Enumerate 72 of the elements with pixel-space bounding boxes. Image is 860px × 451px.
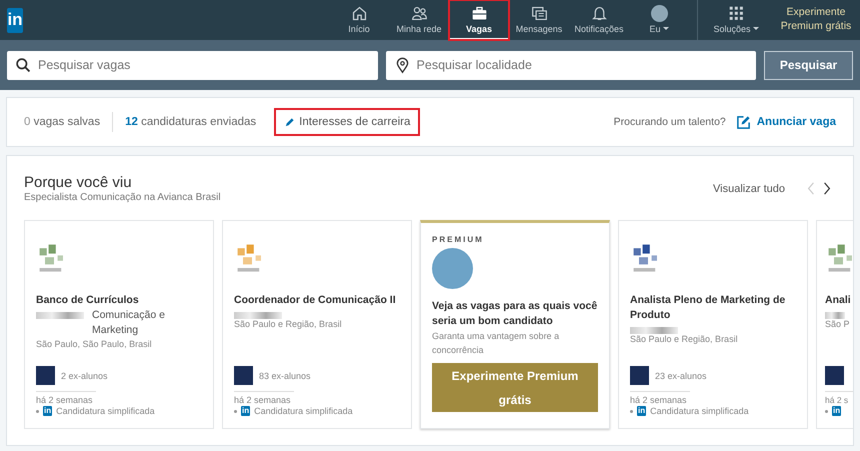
school-logo-icon xyxy=(630,366,649,385)
location-search-field[interactable]: Pesquisar localidade xyxy=(386,50,756,80)
job-location: São Paulo e Região, Brasil xyxy=(630,334,739,344)
bullet-icon xyxy=(234,410,237,412)
linkedin-badge: in xyxy=(241,406,250,416)
posted-time: há 2 semanas xyxy=(36,395,94,405)
career-interests-link[interactable]: Interesses de carreira xyxy=(274,108,420,136)
posted-time: há 2 semanas xyxy=(234,395,292,405)
talent-prompt: Procurando um talento? xyxy=(614,116,726,128)
easy-apply-label: Candidatura simplificada xyxy=(650,406,749,416)
easy-apply-label: Candidatura simplificada xyxy=(56,406,155,416)
premium-link[interactable]: Experimente Premium grátis xyxy=(772,6,860,34)
school-logo-icon xyxy=(825,366,844,385)
job-title[interactable]: Coordenador de Comunicação II xyxy=(234,293,400,308)
posted-time: há 2 semanas xyxy=(630,395,688,405)
briefcase-icon xyxy=(470,4,488,22)
job-location: São Paulo, São Paulo, Brasil xyxy=(36,338,153,349)
nav-item[interactable]: Notificações xyxy=(569,0,629,40)
nav-item[interactable]: Mensagens xyxy=(509,0,569,40)
nav-item[interactable]: Eu xyxy=(629,0,689,40)
linkedin-badge: in xyxy=(832,406,842,416)
school-logo-icon xyxy=(36,366,55,385)
linkedin-badge: in xyxy=(637,406,646,416)
home-icon xyxy=(350,4,368,22)
job-title[interactable]: Analista Pleno de Marketing de Produto xyxy=(630,293,796,324)
bullet-icon xyxy=(630,410,633,412)
job-location: São Paulo e Região, Brasil xyxy=(234,319,343,330)
job-title[interactable]: Banco de Currículos xyxy=(36,293,202,308)
section-title: Porque você viu xyxy=(24,174,133,191)
view-all-link[interactable]: Visualizar tudo xyxy=(713,182,785,194)
job-title[interactable]: Anali xyxy=(825,293,853,308)
job-card[interactable]: Analista Pleno de Marketing de Produto São Paulo e Região, Brasil 23 ex-alunos há 2 semanas in Candidatura simplificada xyxy=(618,220,808,429)
people-icon xyxy=(410,4,428,22)
avatar-icon xyxy=(650,4,668,22)
bell-icon xyxy=(590,4,608,22)
messages-icon xyxy=(530,4,548,22)
company-department: Comunicação e Marketing xyxy=(92,308,166,338)
blurred-company-name xyxy=(630,327,678,334)
linkedin-badge: in xyxy=(43,406,52,416)
job-card[interactable]: Anali São P há 2 s in xyxy=(816,220,853,429)
saved-jobs-link[interactable]: 0 vagas salvas xyxy=(24,116,100,128)
job-search-field[interactable]: Pesquisar vagas xyxy=(7,50,378,80)
alumni-count: 83 ex-alunos xyxy=(259,370,311,380)
edit-icon xyxy=(736,114,751,130)
easy-apply-label: Candidatura simplificada xyxy=(254,406,353,416)
blurred-company-name xyxy=(36,312,84,320)
premium-description: Garanta uma vantagem sobre a concorrência xyxy=(432,330,560,358)
post-job-link[interactable]: Anunciar vaga xyxy=(736,114,836,130)
school-logo-icon xyxy=(234,366,253,385)
applications-link[interactable]: 12 candidaturas enviadas xyxy=(125,116,256,128)
job-card[interactable]: Banco de Currículos Comunicação e Marketing São Paulo, São Paulo, Brasil 2 ex-alunos há 2 semanas in Candidatura simplificada xyxy=(24,220,214,429)
posted-time: há 2 s xyxy=(825,395,850,405)
job-card[interactable]: Coordenador de Comunicação II São Paulo e Região, Brasil 83 ex-alunos há 2 semanas in Candidatura simplificada xyxy=(222,220,412,429)
person-avatar-icon xyxy=(432,248,473,289)
pencil-icon xyxy=(284,116,296,128)
bullet-icon xyxy=(36,410,39,412)
nav-item[interactable]: Início xyxy=(329,0,389,40)
nav-item[interactable]: Vagas xyxy=(449,0,509,40)
blurred-company-name xyxy=(825,312,845,320)
logo[interactable]: in xyxy=(7,8,23,32)
nav-item[interactable]: Minha rede xyxy=(389,0,449,40)
nav-item[interactable]: Soluções xyxy=(706,0,766,40)
blurred-company-name xyxy=(234,312,282,320)
bullet-icon xyxy=(825,410,828,412)
job-location: São P xyxy=(825,319,851,330)
premium-label: PREMIUM xyxy=(432,235,485,244)
premium-title: Veja as vagas para as quais você seria um bom candidato xyxy=(432,299,598,330)
search-button[interactable]: Pesquisar xyxy=(764,50,853,80)
alumni-count: 23 ex-alunos xyxy=(655,370,707,380)
alumni-count: 2 ex-alunos xyxy=(61,370,108,380)
section-subtitle: Especialista Comunicação na Avianca Brasil xyxy=(24,192,221,203)
grid-icon xyxy=(728,4,744,22)
